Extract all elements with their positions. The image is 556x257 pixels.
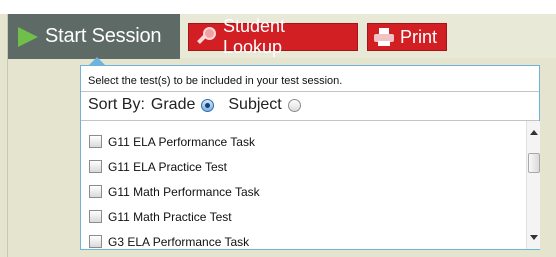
test-list-item[interactable]: G11 ELA Performance Task (89, 129, 509, 154)
test-list-item[interactable]: G11 Math Performance Task (89, 179, 509, 204)
magnifier-icon (195, 26, 217, 48)
test-selection-panel: Select the test(s) to be included in you… (80, 65, 540, 250)
test-label: G11 Math Performance Task (108, 184, 260, 199)
grade-radio[interactable] (201, 98, 215, 112)
play-icon (18, 26, 38, 47)
printer-icon (374, 28, 394, 46)
test-list-scrollbar[interactable] (526, 121, 540, 249)
sort-option-subject-label: Subject (228, 96, 282, 113)
start-session-button[interactable]: Start Session (8, 14, 180, 59)
test-label: G11 ELA Performance Task (108, 134, 255, 149)
print-button[interactable]: Print (367, 23, 447, 51)
test-checkbox[interactable] (89, 185, 102, 198)
test-label: G3 ELA Performance Task (108, 234, 250, 249)
instructions-text: Select the test(s) to be included in you… (88, 75, 343, 87)
test-checkbox[interactable] (89, 160, 102, 173)
divider (81, 120, 539, 121)
test-list-item[interactable]: G11 ELA Practice Test (89, 154, 509, 179)
test-checkbox[interactable] (89, 135, 102, 148)
test-checkbox[interactable] (89, 235, 102, 248)
test-label: G11 ELA Practice Test (108, 159, 227, 174)
scroll-up-arrow-icon[interactable] (530, 130, 538, 135)
student-lookup-label: Student Lookup (222, 16, 286, 57)
test-list-item[interactable]: G3 ELA Performance Task (89, 229, 509, 254)
test-session-screen: Start Session Student Lookup Print Selec… (0, 0, 556, 257)
test-checkbox[interactable] (89, 210, 102, 223)
print-label: Print (400, 26, 438, 47)
scroll-down-arrow-icon[interactable] (530, 235, 538, 240)
sort-option-subject[interactable]: Subject (228, 96, 301, 114)
start-session-label: Start Session (45, 25, 162, 47)
subject-radio[interactable] (287, 98, 301, 112)
test-list: G11 ELA Performance Task G11 ELA Practic… (89, 129, 509, 254)
sort-option-grade-label: Grade (150, 96, 196, 113)
divider (81, 91, 539, 92)
scrollbar-thumb[interactable] (528, 153, 540, 173)
sort-by-row: Sort By: Grade Subject (88, 96, 301, 114)
test-list-item[interactable]: G11 Math Practice Test (89, 204, 509, 229)
test-label: G11 Math Practice Test (108, 209, 232, 224)
sort-by-label: Sort By: (88, 96, 145, 113)
student-lookup-button[interactable]: Student Lookup (188, 16, 358, 57)
sort-option-grade[interactable]: Grade (150, 96, 215, 114)
